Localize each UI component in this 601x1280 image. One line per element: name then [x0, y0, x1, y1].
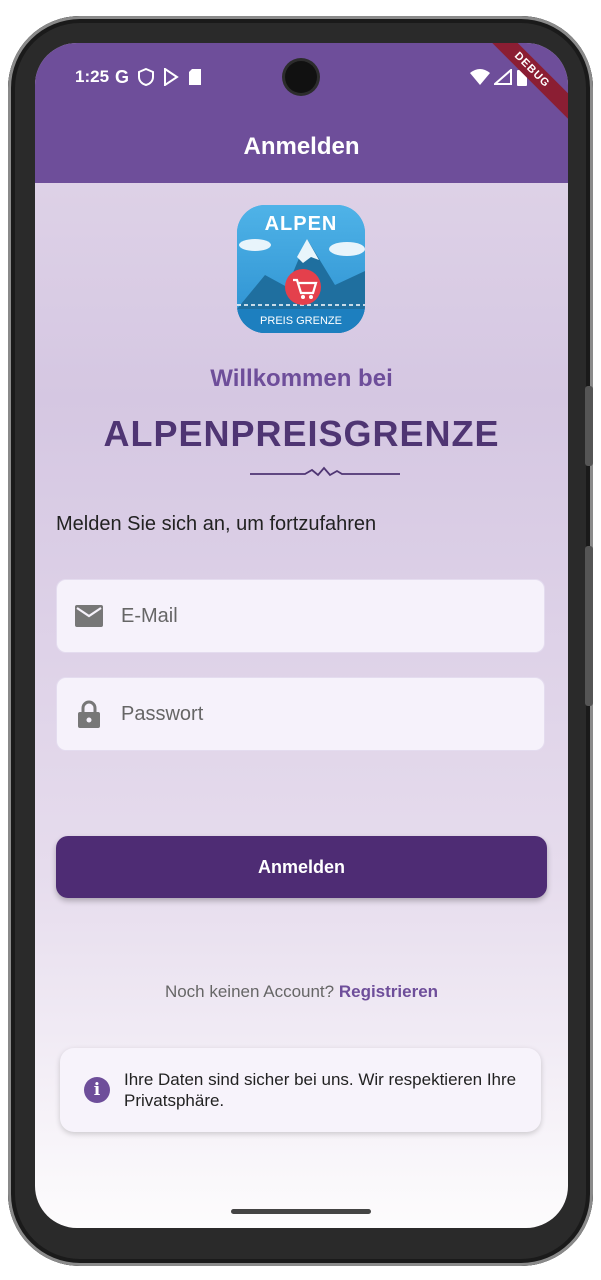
app-bar: 1:25 G DEBUG Anmelden — [35, 43, 568, 183]
register-question: Noch keinen Account? — [164, 982, 335, 1001]
power-button — [585, 546, 593, 706]
volume-button — [585, 386, 593, 466]
sd-card-icon — [189, 69, 202, 85]
status-time: 1:25 — [75, 67, 110, 86]
shield-icon — [138, 68, 155, 86]
cellular-icon — [494, 69, 512, 85]
logo-text-preisgrenze: PREIS GRENZE — [260, 315, 342, 327]
page-title: Anmelden — [243, 133, 360, 160]
brand-wordmark: ALPENPREISGRENZE — [103, 413, 500, 454]
wifi-icon — [470, 69, 490, 85]
screen: 1:25 G DEBUG Anmelden ALPEN PREIS GRENZE… — [35, 43, 568, 1228]
home-indicator[interactable] — [231, 1209, 371, 1214]
privacy-info-card: i Ihre Daten sind sicher bei uns. Wir re… — [60, 1048, 541, 1132]
app-logo: ALPEN PREIS GRENZE — [237, 205, 365, 333]
password-input[interactable] — [119, 701, 503, 727]
password-field[interactable] — [56, 677, 545, 751]
play-store-icon — [164, 68, 179, 86]
email-field[interactable] — [56, 579, 545, 653]
info-icon: i — [84, 1077, 110, 1103]
logo-text-alpen: ALPEN — [264, 213, 338, 235]
register-link[interactable]: Registrieren — [339, 982, 438, 1001]
email-input[interactable] — [119, 603, 503, 629]
privacy-info-text: Ihre Daten sind sicher bei uns. Wir resp… — [124, 1070, 517, 1110]
front-camera — [285, 61, 317, 93]
mail-icon — [73, 600, 105, 632]
welcome-heading: Willkommen bei — [210, 365, 393, 392]
login-button[interactable]: Anmelden — [56, 836, 547, 898]
google-icon: G — [115, 66, 130, 87]
register-prompt: Noch keinen Account? Registrieren — [35, 982, 568, 1002]
login-prompt: Melden Sie sich an, um fortzufahren — [56, 513, 377, 535]
lock-icon — [73, 698, 105, 730]
mountain-underline — [250, 466, 400, 477]
